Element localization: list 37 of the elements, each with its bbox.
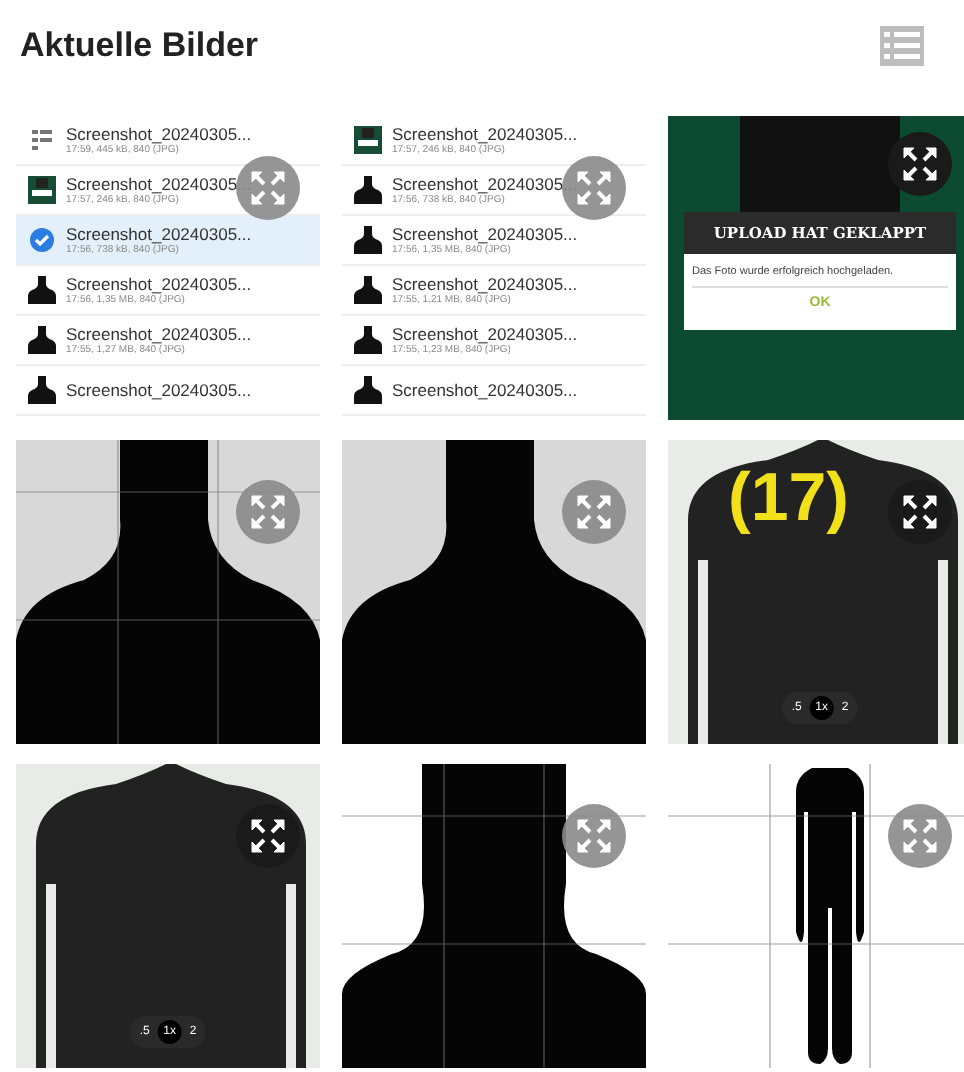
silhouette-photo[interactable] [668,764,964,1068]
list-thumbnail-icon [28,126,56,154]
expand-icon[interactable] [888,132,952,196]
file-name: Screenshot_20240305... [392,274,580,294]
file-name: Screenshot_20240305... [66,324,254,344]
file-name: Screenshot_20240305... [392,380,580,400]
page-title: Aktuelle Bilder [20,26,259,66]
person-thumbnail-icon [28,376,56,404]
photo-number: (17) [728,464,849,536]
person-thumbnail-icon [354,176,382,204]
person-thumbnail-icon [28,326,56,354]
expand-icon[interactable] [888,480,952,544]
file-row[interactable]: Screenshot_20240305... [16,366,320,416]
file-name: Screenshot_20240305... [66,380,254,400]
file-name: Screenshot_20240305... [392,324,580,344]
file-name: Screenshot_20240305... [66,224,254,244]
file-row[interactable]: Screenshot_20240305... [342,366,646,416]
image-thumbnail-icon [354,126,382,154]
silhouette-photo[interactable] [342,764,646,1068]
expand-icon[interactable] [562,804,626,868]
silhouette-photo[interactable] [16,440,320,744]
file-name: Screenshot_20240305... [392,224,580,244]
silhouette-photo[interactable] [342,440,646,744]
file-name: Screenshot_20240305... [66,174,254,194]
silhouette-photo[interactable] [668,440,964,744]
file-name: Screenshot_20240305... [392,174,580,194]
image-thumbnail-icon [28,176,56,204]
file-name: Screenshot_20240305... [392,124,580,144]
person-thumbnail-icon [354,376,382,404]
person-thumbnail-icon [354,276,382,304]
file-name: Screenshot_20240305... [66,274,254,294]
person-thumbnail-icon [28,276,56,304]
person-thumbnail-icon [354,326,382,354]
file-name: Screenshot_20240305... [66,124,254,144]
silhouette-photo[interactable] [16,764,320,1068]
person-thumbnail-icon [354,226,382,254]
expand-icon[interactable] [236,804,300,868]
